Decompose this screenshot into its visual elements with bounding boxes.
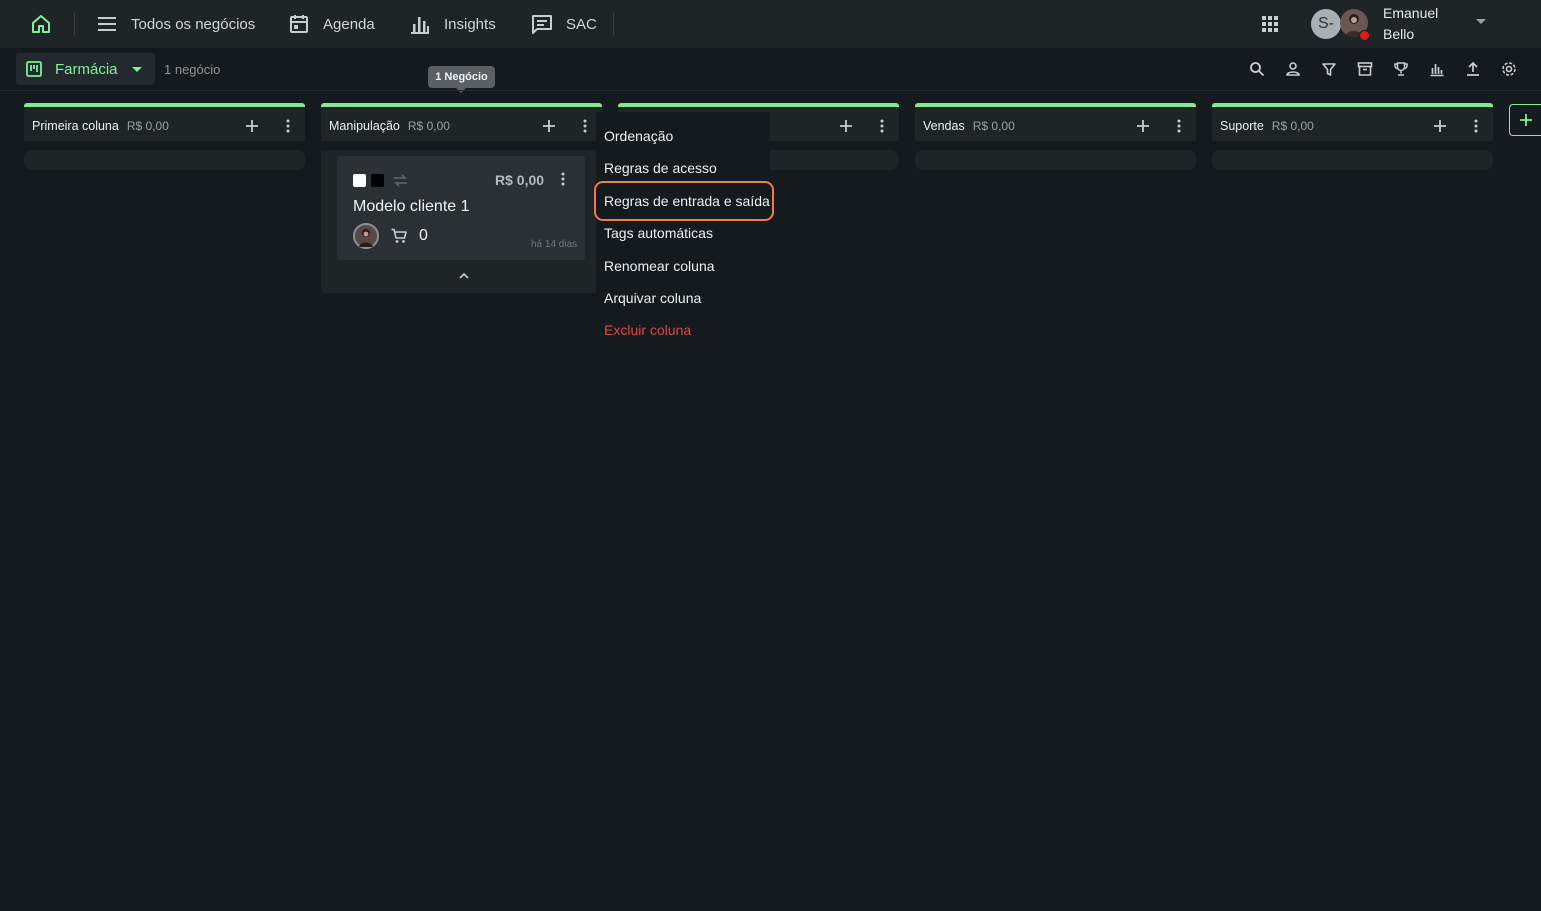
plus-icon bbox=[1520, 114, 1532, 126]
toolbar-divider bbox=[0, 90, 1541, 91]
add-deal-icon[interactable] bbox=[541, 118, 557, 134]
nav-divider bbox=[74, 12, 75, 36]
menu-item-rename-column[interactable]: Renomear coluna bbox=[604, 258, 715, 274]
kanban-column: Primeira coluna R$ 0,00 bbox=[24, 103, 305, 170]
column-title: Manipulação R$ 0,00 bbox=[329, 119, 450, 133]
trophy-icon[interactable] bbox=[1392, 60, 1410, 78]
gear-icon[interactable] bbox=[1500, 60, 1518, 78]
status-indicator bbox=[1359, 30, 1370, 41]
add-deal-icon[interactable] bbox=[1432, 118, 1448, 134]
nav-all-deals[interactable]: Todos os negócios bbox=[95, 0, 255, 48]
empty-column-dropzone[interactable] bbox=[915, 150, 1196, 170]
column-options-menu: Ordenação Regras de acesso Regras de ent… bbox=[596, 112, 770, 346]
empty-column-dropzone[interactable] bbox=[24, 150, 305, 170]
kanban-column: Vendas R$ 0,00 bbox=[915, 103, 1196, 170]
add-deal-icon[interactable] bbox=[838, 118, 854, 134]
column-header[interactable]: Manipulação R$ 0,00 bbox=[321, 103, 602, 141]
menu-item-delete-column[interactable]: Excluir coluna bbox=[604, 322, 691, 338]
column-value: R$ 0,00 bbox=[126, 119, 169, 133]
add-column-button[interactable] bbox=[1509, 104, 1541, 136]
column-header[interactable]: Primeira coluna R$ 0,00 bbox=[24, 103, 305, 141]
column-tooltip: 1 Negócio bbox=[428, 66, 495, 93]
menu-icon bbox=[95, 12, 119, 36]
user-first-name[interactable]: Emanuel bbox=[1383, 5, 1438, 21]
nav-insights[interactable]: Insights bbox=[408, 0, 496, 48]
deal-age: há 14 dias bbox=[531, 239, 578, 250]
nav-agenda[interactable]: Agenda bbox=[287, 0, 375, 48]
column-title: Primeira coluna R$ 0,00 bbox=[32, 119, 169, 133]
nav-divider bbox=[613, 12, 614, 36]
add-deal-icon[interactable] bbox=[1135, 118, 1151, 134]
deal-title: Modelo cliente 1 bbox=[353, 198, 470, 215]
apps-grid-icon[interactable] bbox=[1258, 12, 1282, 36]
empty-column-dropzone[interactable] bbox=[1212, 150, 1493, 170]
deal-count: 1 negócio bbox=[164, 62, 221, 77]
filter-icon[interactable] bbox=[1320, 60, 1338, 78]
pipeline-name: Farmácia bbox=[55, 60, 118, 78]
kanban-icon bbox=[25, 60, 43, 78]
chevron-up-icon[interactable] bbox=[457, 269, 471, 283]
transfer-icon bbox=[392, 173, 409, 188]
chat-icon bbox=[530, 12, 554, 36]
column-header[interactable]: Suporte R$ 0,00 bbox=[1212, 103, 1493, 141]
pipeline-selector[interactable]: Farmácia bbox=[16, 53, 155, 85]
column-header[interactable]: Vendas R$ 0,00 bbox=[915, 103, 1196, 141]
more-vertical-icon[interactable] bbox=[555, 171, 571, 187]
more-vertical-icon[interactable] bbox=[874, 118, 890, 134]
column-title-text: Suporte bbox=[1220, 119, 1264, 133]
nav-sac-label: SAC bbox=[566, 15, 597, 33]
column-body: R$ 0,00 Modelo cliente 1 0 há 14 dias bbox=[321, 150, 602, 293]
column-title-text: Primeira coluna bbox=[32, 119, 119, 133]
bar-chart-icon bbox=[408, 12, 432, 36]
home-icon[interactable] bbox=[29, 12, 53, 36]
more-vertical-icon[interactable] bbox=[577, 118, 593, 134]
column-value: R$ 0,00 bbox=[407, 119, 450, 133]
user-menu-caret-icon[interactable] bbox=[1476, 19, 1486, 24]
archive-icon[interactable] bbox=[1356, 60, 1374, 78]
more-vertical-icon[interactable] bbox=[1468, 118, 1484, 134]
color-tag-black bbox=[371, 174, 384, 187]
deal-value: R$ 0,00 bbox=[495, 172, 545, 188]
column-value: R$ 0,00 bbox=[972, 119, 1015, 133]
nav-sac[interactable]: SAC bbox=[530, 0, 597, 48]
column-title-text: Manipulação bbox=[329, 119, 400, 133]
account-avatar[interactable]: S- bbox=[1311, 9, 1341, 39]
chevron-down-icon bbox=[132, 67, 142, 72]
deal-card[interactable]: R$ 0,00 Modelo cliente 1 0 há 14 dias bbox=[337, 156, 585, 260]
menu-item-archive-column[interactable]: Arquivar coluna bbox=[604, 290, 701, 306]
add-deal-icon[interactable] bbox=[244, 118, 260, 134]
product-count: 0 bbox=[419, 227, 428, 244]
cart-icon bbox=[390, 227, 408, 245]
column-title: Suporte R$ 0,00 bbox=[1220, 119, 1314, 133]
nav-all-deals-label: Todos os negócios bbox=[131, 15, 256, 33]
user-last-name[interactable]: Bello bbox=[1383, 26, 1414, 42]
search-icon[interactable] bbox=[1248, 60, 1266, 78]
menu-item-sorting[interactable]: Ordenação bbox=[604, 128, 673, 144]
calendar-icon bbox=[287, 12, 311, 36]
kanban-column: Manipulação R$ 0,00 R$ 0,00 Modelo client… bbox=[321, 103, 602, 293]
column-title: Vendas R$ 0,00 bbox=[923, 119, 1015, 133]
column-value: R$ 0,00 bbox=[1271, 119, 1314, 133]
color-tag-white bbox=[353, 174, 366, 187]
menu-item-entry-exit-rules[interactable]: Regras de entrada e saída bbox=[604, 193, 770, 209]
menu-item-auto-tags[interactable]: Tags automáticas bbox=[604, 225, 713, 241]
kanban-column: Suporte R$ 0,00 bbox=[1212, 103, 1493, 170]
user-filter-icon[interactable] bbox=[1284, 60, 1302, 78]
menu-item-access-rules[interactable]: Regras de acesso bbox=[604, 160, 717, 176]
chart-icon[interactable] bbox=[1428, 60, 1446, 78]
more-vertical-icon[interactable] bbox=[1171, 118, 1187, 134]
top-navigation: Todos os negócios Agenda Insights SAC S-… bbox=[0, 0, 1541, 48]
upload-icon[interactable] bbox=[1464, 60, 1482, 78]
more-vertical-icon[interactable] bbox=[280, 118, 296, 134]
owner-avatar bbox=[353, 223, 379, 249]
column-title-text: Vendas bbox=[923, 119, 965, 133]
nav-insights-label: Insights bbox=[444, 15, 496, 33]
nav-agenda-label: Agenda bbox=[323, 15, 375, 33]
